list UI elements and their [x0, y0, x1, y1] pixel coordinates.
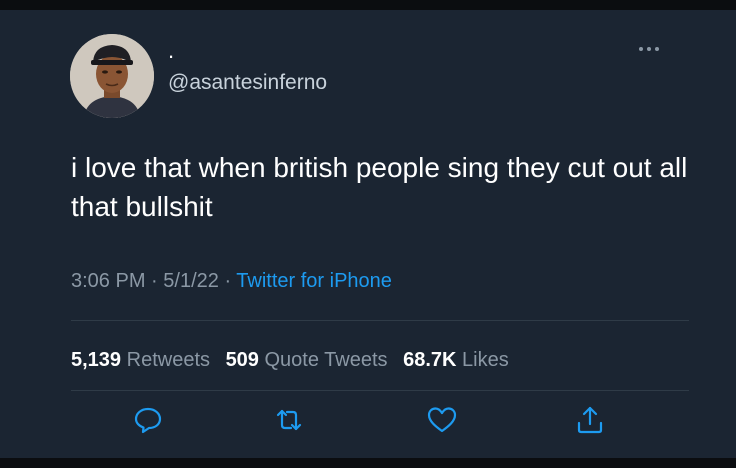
- engagement-stats: 5,139 Retweets 509 Quote Tweets 68.7K Li…: [71, 349, 519, 372]
- tweet-source-link[interactable]: Twitter for iPhone: [236, 270, 392, 292]
- retweet-icon[interactable]: [272, 403, 306, 437]
- retweets-count: 5,139: [71, 349, 122, 371]
- divider: [71, 320, 689, 321]
- display-name[interactable]: .: [168, 40, 174, 62]
- likes-count: 68.7K: [403, 349, 457, 371]
- tweet-card: . @asantesinferno i love that when briti…: [0, 10, 736, 458]
- tweet-time: 3:06 PM: [71, 270, 146, 292]
- likes-label: Likes: [462, 349, 509, 371]
- likes-stat[interactable]: 68.7K Likes: [403, 349, 509, 371]
- action-bar: [0, 403, 736, 437]
- tweet-text: i love that when british people sing the…: [71, 152, 688, 222]
- heart-icon[interactable]: [425, 403, 459, 437]
- meta-separator: ·: [151, 270, 164, 292]
- reply-icon[interactable]: [131, 403, 165, 437]
- retweets-label: Retweets: [126, 349, 210, 371]
- share-icon[interactable]: [573, 403, 607, 437]
- meta-separator: ·: [224, 270, 237, 292]
- tweet-meta: 3:06 PM · 5/1/22 · Twitter for iPhone: [71, 270, 392, 293]
- avatar[interactable]: [70, 34, 154, 118]
- tweet-date: 5/1/22: [163, 270, 219, 292]
- divider: [71, 390, 689, 391]
- quote-tweets-count: 509: [225, 349, 259, 371]
- retweets-stat[interactable]: 5,139 Retweets: [71, 349, 210, 371]
- user-handle[interactable]: @asantesinferno: [168, 71, 327, 95]
- quote-tweets-label: Quote Tweets: [264, 349, 388, 371]
- more-options-icon[interactable]: [638, 40, 660, 58]
- quote-tweets-stat[interactable]: 509 Quote Tweets: [226, 349, 388, 371]
